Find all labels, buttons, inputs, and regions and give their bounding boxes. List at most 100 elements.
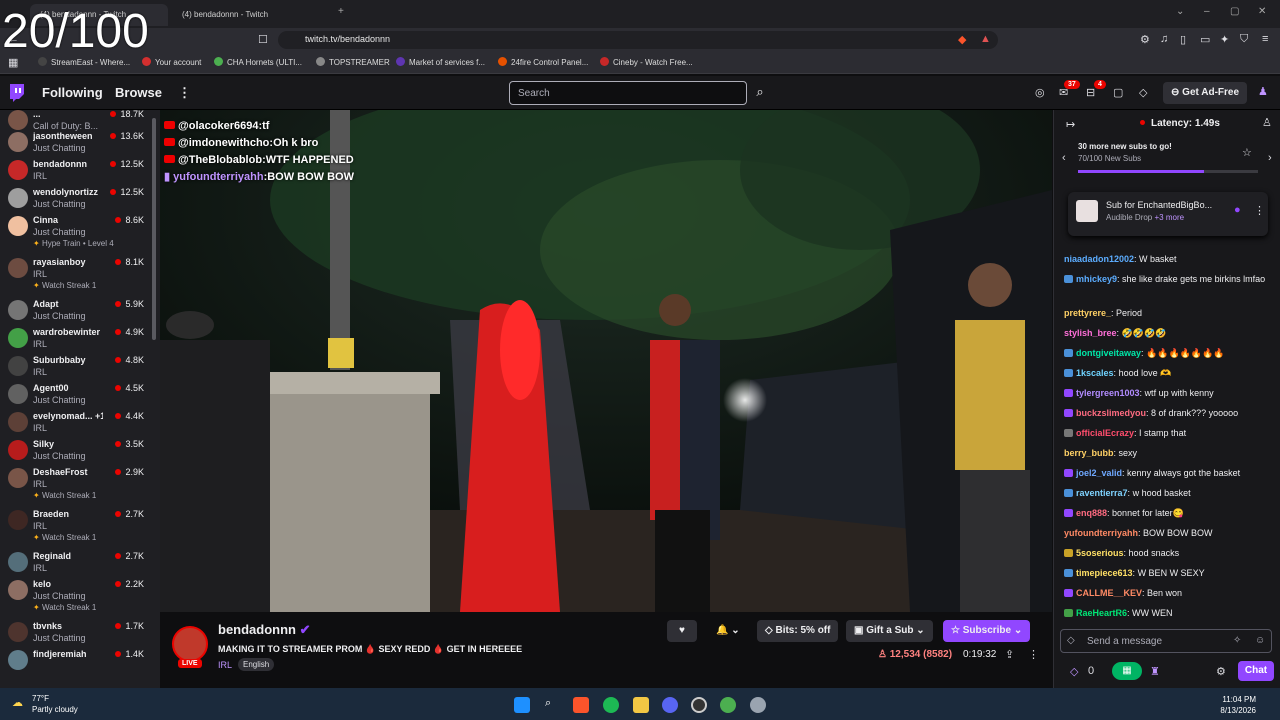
collapse-chat-icon[interactable]: ↦ bbox=[1066, 118, 1075, 131]
chat-message[interactable]: berry_bubb: sexy bbox=[1064, 446, 1276, 460]
chat-message[interactable]: mhickey9: she like drake gets me birkins… bbox=[1064, 272, 1276, 286]
windows-start-icon[interactable] bbox=[514, 697, 530, 713]
chat-bits-icon[interactable]: ◇ bbox=[1067, 635, 1075, 646]
chat-message[interactable]: dontgiveitaway: 🔥🔥🔥🔥🔥🔥🔥 bbox=[1064, 346, 1276, 360]
chat-username[interactable]: joel2_valid bbox=[1076, 468, 1122, 478]
browser-tab[interactable]: (4) bendadonnn - Twitch bbox=[172, 4, 332, 26]
chat-username[interactable]: enq888 bbox=[1076, 508, 1107, 518]
streamer-name[interactable]: bendadonnn ✔ bbox=[218, 622, 311, 638]
inbox-icon[interactable]: ⊟ bbox=[1086, 86, 1095, 99]
star-icon[interactable]: ☆ bbox=[1242, 146, 1252, 159]
new-tab-icon[interactable]: + bbox=[338, 6, 344, 17]
subscribe-button[interactable]: ☆ Subscribe ⌄ bbox=[943, 620, 1031, 642]
channel-item[interactable]: Braeden IRL ✦ Watch Streak 1 2.7K bbox=[0, 506, 152, 546]
brave-rewards-icon[interactable]: ▲ bbox=[980, 33, 991, 45]
bits-discount-button[interactable]: ◇ Bits: 5% off bbox=[757, 620, 839, 642]
chat-message[interactable]: buckzslimedyou: 8 of drank??? yooooo bbox=[1064, 406, 1276, 420]
chat-username[interactable]: 1kscales bbox=[1076, 368, 1114, 378]
browse-link[interactable]: Browse bbox=[115, 85, 162, 100]
chat-message[interactable]: tylergreen1003: wtf up with kenny bbox=[1064, 386, 1276, 400]
following-link[interactable]: Following bbox=[42, 85, 103, 100]
vpn-icon[interactable]: ⛉ bbox=[1240, 33, 1248, 46]
system-clock[interactable]: 11:04 PM 8/13/2026 bbox=[1220, 694, 1256, 716]
get-ad-free-button[interactable]: ⊖ Get Ad-Free bbox=[1163, 82, 1248, 104]
settings-icon[interactable] bbox=[750, 697, 766, 713]
url-field[interactable]: twitch.tv/bendadonnn bbox=[278, 31, 998, 49]
whispers-icon[interactable]: ▢ bbox=[1113, 86, 1123, 99]
chat-message[interactable]: CALLME__KEV: Ben won bbox=[1064, 586, 1276, 600]
share-icon[interactable]: ⇪ bbox=[1005, 648, 1014, 661]
drop-more-link[interactable]: +3 more bbox=[1154, 213, 1184, 222]
chat-message[interactable]: 1kscales: hood love 🫶 bbox=[1064, 366, 1276, 380]
twitch-logo-icon[interactable] bbox=[8, 84, 24, 102]
brave-shields-icon[interactable]: ◆ bbox=[958, 33, 966, 46]
chat-message[interactable]: enq888: bonnet for later😋 bbox=[1064, 506, 1276, 520]
chat-message[interactable]: stylish_bree: 🤣🤣🤣🤣 bbox=[1064, 326, 1276, 340]
bits-icon[interactable]: ◇ bbox=[1139, 86, 1147, 99]
search-icon[interactable]: ⌕ bbox=[749, 81, 771, 105]
weather-icon[interactable]: ☁ bbox=[12, 696, 23, 709]
streamer-avatar[interactable] bbox=[172, 626, 208, 662]
discord-icon[interactable] bbox=[662, 697, 678, 713]
close-window-icon[interactable]: ✕ bbox=[1258, 6, 1266, 17]
chat-username[interactable]: niaadadon12002 bbox=[1064, 254, 1134, 264]
sub-goal-banner[interactable]: ‹ 30 more new subs to go! 70/100 New Sub… bbox=[1062, 140, 1272, 180]
bookmark-market[interactable]: Market of services f... bbox=[396, 57, 485, 67]
channel-item[interactable]: findjeremiah 1.4K bbox=[0, 646, 152, 686]
media-icon[interactable]: ♫ bbox=[1160, 33, 1168, 45]
chat-username[interactable]: dontgiveitaway bbox=[1076, 348, 1141, 358]
chat-message[interactable]: yufoundterriyahh: BOW BOW BOW bbox=[1064, 526, 1276, 540]
chat-username[interactable]: CALLME__KEV bbox=[1076, 588, 1142, 598]
chat-message[interactable]: timepiece613: W BEN W SEXY bbox=[1064, 566, 1276, 580]
chat-username[interactable]: 5soserious bbox=[1076, 548, 1124, 558]
file-explorer-icon[interactable] bbox=[633, 697, 649, 713]
chrome-icon[interactable] bbox=[720, 697, 736, 713]
extensions-icon[interactable]: ⚙ bbox=[1140, 33, 1150, 46]
bookmark-your-account[interactable]: Your account bbox=[142, 57, 201, 67]
channel-item[interactable]: DeshaeFrost IRL ✦ Watch Streak 1 2.9K bbox=[0, 464, 152, 504]
leo-icon[interactable]: ✦ bbox=[1220, 33, 1229, 46]
sidebar-toggle-icon[interactable]: ▯ bbox=[1180, 33, 1186, 46]
chat-username[interactable]: RaeHeartR6 bbox=[1076, 608, 1127, 618]
chevron-right-icon[interactable]: › bbox=[1268, 152, 1272, 164]
channel-item[interactable]: kelo Just Chatting ✦ Watch Streak 1 2.2K bbox=[0, 576, 152, 616]
chat-username[interactable]: mhickey9 bbox=[1076, 274, 1117, 284]
notifications-bell-button[interactable]: 🔔 ⌄ bbox=[708, 620, 748, 642]
weather-widget[interactable]: 77°F Partly cloudy bbox=[32, 693, 78, 715]
menu-icon[interactable]: ≡ bbox=[1262, 33, 1268, 45]
sidebar-scrollbar[interactable] bbox=[152, 118, 156, 340]
emote-picker-icon[interactable]: ☺ bbox=[1255, 635, 1265, 646]
bookmark-24fire[interactable]: 24fire Control Panel... bbox=[498, 57, 588, 67]
community-icon[interactable]: ♙ bbox=[1262, 116, 1272, 129]
tab-search-icon[interactable]: ⌄ bbox=[1176, 6, 1184, 17]
chat-message[interactable]: niaadadon12002: W basket bbox=[1064, 252, 1276, 266]
bookmark-cha-hornets[interactable]: CHA Hornets (ULTI... bbox=[214, 57, 302, 67]
channel-item[interactable]: rayasianboy IRL ✦ Watch Streak 1 8.1K bbox=[0, 254, 152, 294]
taskbar-search-icon[interactable]: ⌕ bbox=[545, 697, 551, 710]
prediction-icon[interactable]: ▦ bbox=[1112, 662, 1142, 680]
chat-message[interactable]: prettyrere_: Period bbox=[1064, 306, 1276, 320]
chat-username[interactable]: buckzslimedyou bbox=[1076, 408, 1146, 418]
bot-icon[interactable]: ♜ bbox=[1150, 665, 1160, 678]
chat-message[interactable]: 5soserious: hood snacks bbox=[1064, 546, 1276, 560]
brave-icon[interactable] bbox=[573, 697, 589, 713]
user-avatar-icon[interactable]: ♟ bbox=[1258, 85, 1268, 98]
bookmark-icon[interactable]: ☐ bbox=[258, 33, 268, 46]
maximize-icon[interactable]: ▢ bbox=[1230, 6, 1239, 17]
search-input[interactable]: Search bbox=[509, 81, 747, 105]
language-tag[interactable]: English bbox=[238, 658, 275, 671]
gift-sub-button[interactable]: ▣ Gift a Sub ⌄ bbox=[846, 620, 933, 642]
chat-message[interactable]: joel2_valid: kenny always got the basket bbox=[1064, 466, 1276, 480]
channel-points-icon[interactable]: ◇ bbox=[1070, 665, 1078, 678]
spotify-icon[interactable] bbox=[603, 697, 619, 713]
chat-username[interactable]: raventierra7 bbox=[1076, 488, 1128, 498]
audible-drop-card[interactable]: Sub for EnchantedBigBo... Audible Drop +… bbox=[1068, 192, 1268, 236]
chat-message[interactable]: RaeHeartR6: WW WEN bbox=[1064, 606, 1276, 620]
wallet-icon[interactable]: ▭ bbox=[1200, 33, 1210, 46]
sparkle-icon[interactable]: ✧ bbox=[1233, 635, 1241, 646]
chat-username[interactable]: prettyrere_ bbox=[1064, 308, 1111, 318]
bookmark-cineby[interactable]: Cineby - Watch Free... bbox=[600, 57, 693, 67]
follow-heart-button[interactable]: ♥ bbox=[667, 620, 697, 642]
chat-username[interactable]: timepiece613 bbox=[1076, 568, 1133, 578]
more-menu-icon[interactable]: ⋮ bbox=[178, 85, 191, 101]
